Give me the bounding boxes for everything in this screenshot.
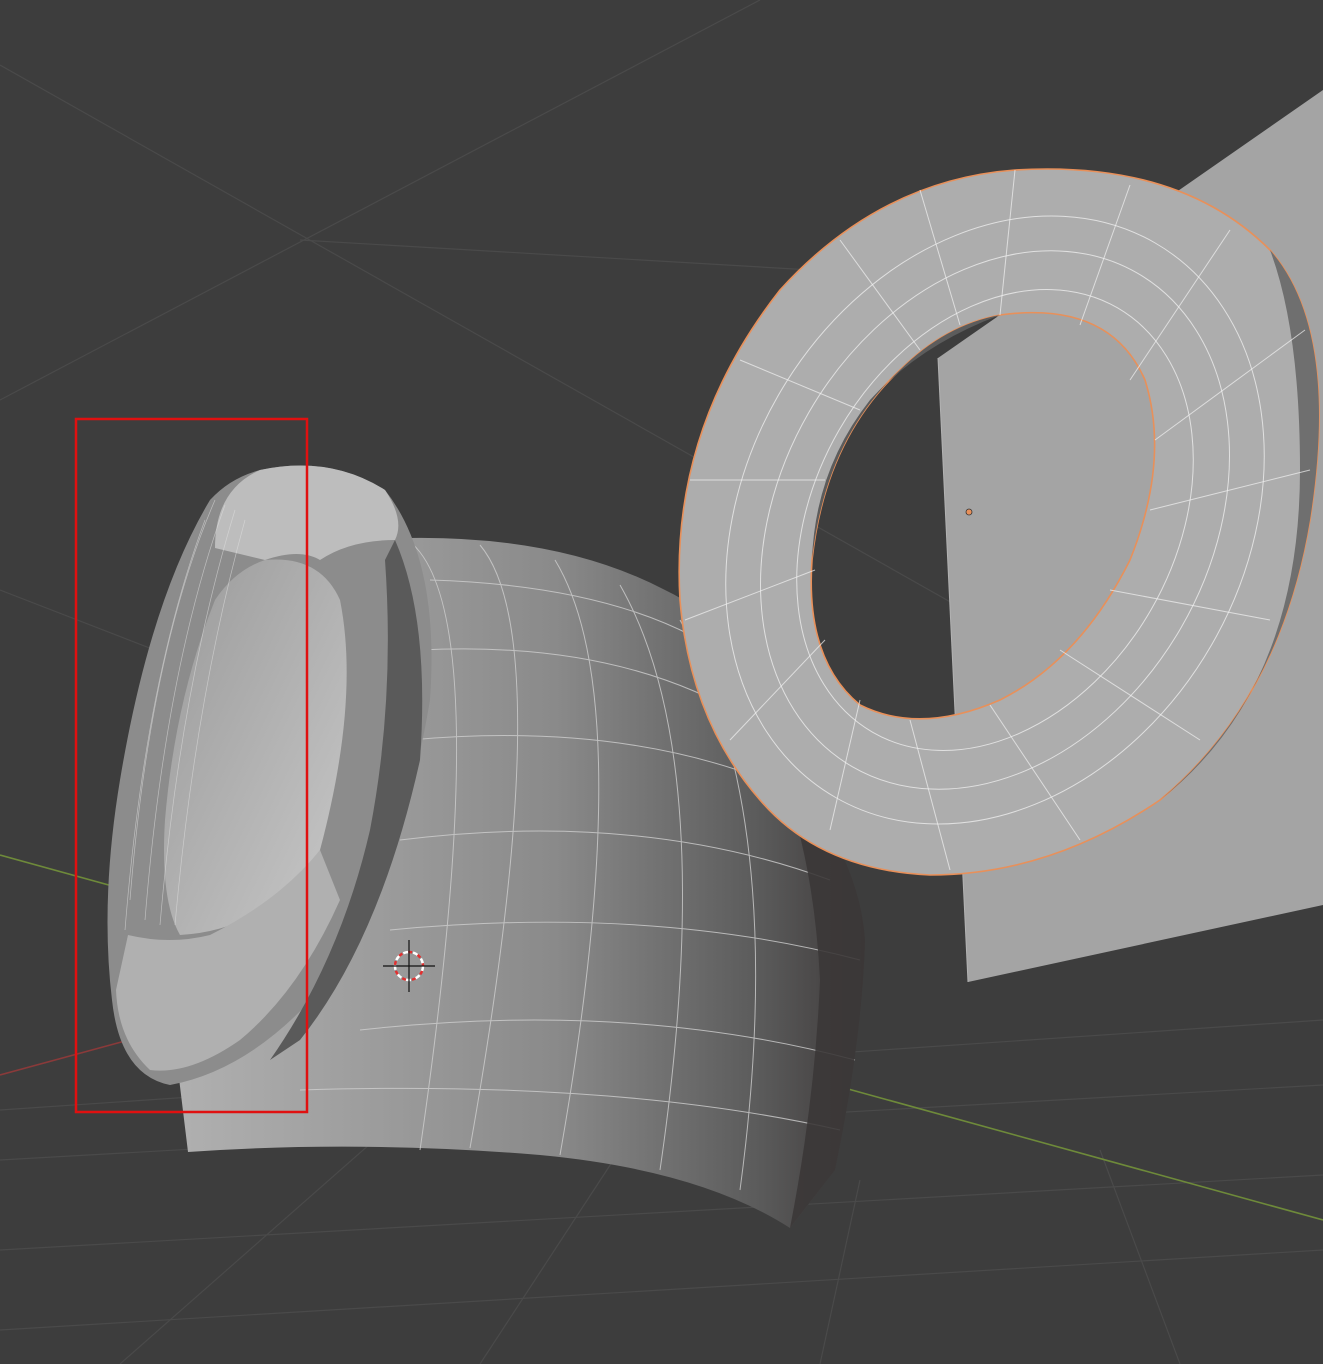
- 3d-viewport[interactable]: [0, 0, 1323, 1364]
- object-origin-dot-icon: [965, 508, 973, 516]
